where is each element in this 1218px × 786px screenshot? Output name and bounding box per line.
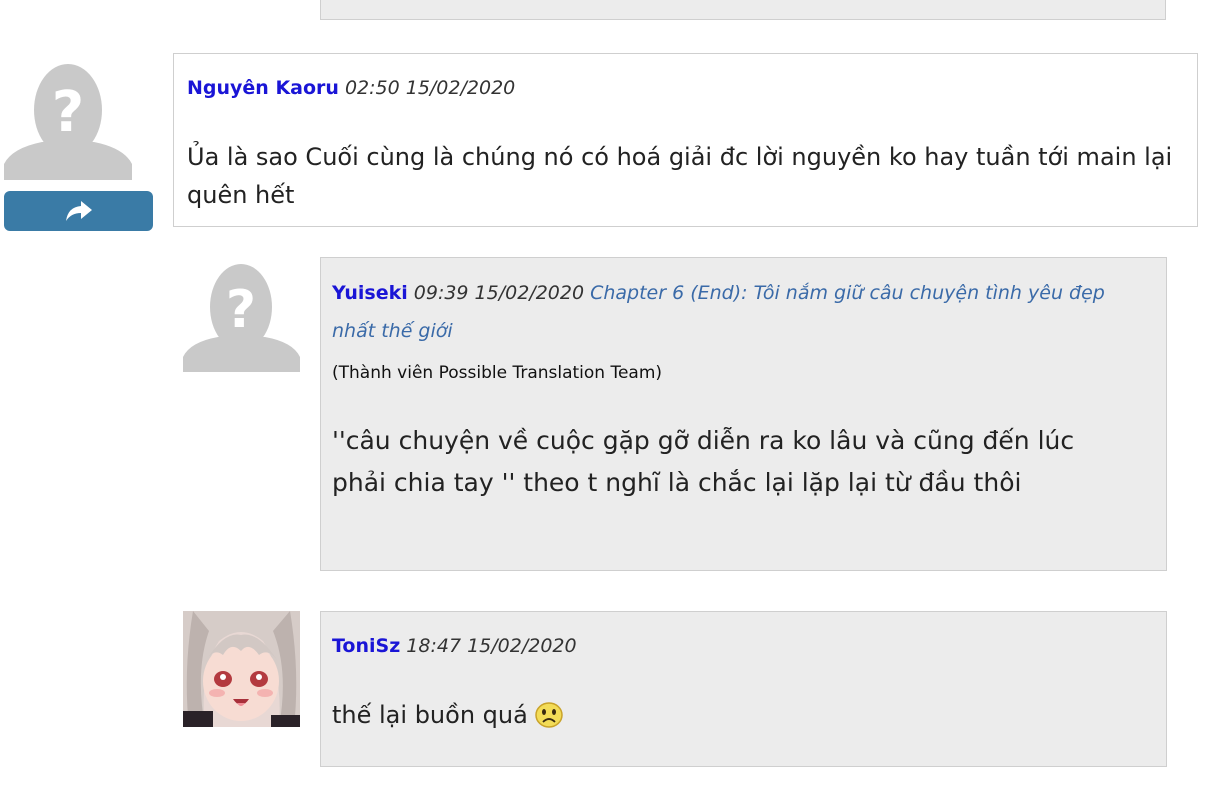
team-label: (Thành viên Possible Translation Team) <box>332 363 663 383</box>
default-avatar-icon: ? <box>183 257 300 372</box>
reply-button[interactable] <box>4 191 153 231</box>
author-link[interactable]: Yuiseki <box>332 282 408 304</box>
avatar[interactable] <box>183 611 300 727</box>
avatar[interactable]: ? <box>183 257 300 372</box>
comment-meta: Yuiseki 09:39 15/02/2020 Chapter 6 (End): … <box>332 274 1142 350</box>
reply-comment-box: ToniSz 18:47 15/02/2020 thế lại buồn quá <box>320 611 1167 767</box>
comment-time: 18:47 15/02/2020 <box>406 635 577 657</box>
svg-text:?: ? <box>226 280 256 340</box>
comment-text: Ủa là sao Cuối cùng là chúng nó có hoá g… <box>187 143 1173 209</box>
comment-body: thế lại buồn quá <box>332 696 1122 740</box>
comment-text: thế lại buồn quá <box>332 701 528 729</box>
author-link[interactable]: ToniSz <box>332 635 400 657</box>
comment-box: Nguyên Kaoru 02:50 15/02/2020 Ủa là sao C… <box>173 53 1198 227</box>
comment-meta: ToniSz 18:47 15/02/2020 <box>332 627 577 665</box>
reply-comment-box: Yuiseki 09:39 15/02/2020 Chapter 6 (End): … <box>320 257 1167 571</box>
comment-text: ''câu chuyện về cuộc gặp gỡ diễn ra ko l… <box>332 426 1075 497</box>
comment-time: 02:50 15/02/2020 <box>344 77 516 99</box>
share-arrow-icon <box>65 201 92 221</box>
sad-face-emoji-icon <box>534 701 564 740</box>
author-link[interactable]: Nguyên Kaoru <box>187 77 339 99</box>
comment-time: 09:39 15/02/2020 <box>413 282 585 304</box>
svg-text:?: ? <box>52 80 84 145</box>
avatar[interactable]: ? <box>4 56 132 180</box>
comment-meta: Nguyên Kaoru 02:50 15/02/2020 <box>187 69 515 107</box>
anime-girl-avatar-icon <box>183 611 300 727</box>
previous-comment-box <box>320 0 1166 20</box>
default-avatar-icon: ? <box>4 56 132 180</box>
